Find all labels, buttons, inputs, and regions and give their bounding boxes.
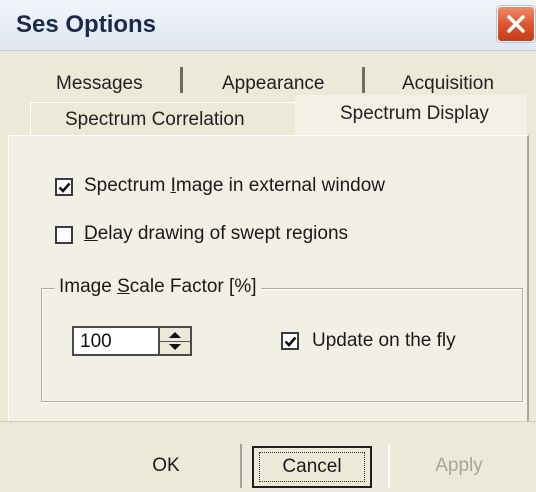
tab-divider [180, 67, 183, 93]
label-part: mage in external window [175, 175, 385, 196]
button-bar: OK Cancel Apply [0, 421, 536, 492]
tab-spectrum-correlation[interactable]: Spectrum Correlation [30, 102, 297, 139]
image-scale-group-title: Image Scale Factor [%] [55, 276, 261, 298]
scale-factor-value: 100 [80, 331, 112, 352]
tab-spectrum-display[interactable]: Spectrum Display [295, 95, 527, 139]
apply-button[interactable]: Apply [388, 444, 528, 488]
tab-label: Spectrum Display [340, 103, 489, 124]
label-accelerator: D [84, 223, 98, 244]
close-icon [507, 15, 525, 33]
delay-drawing-checkbox[interactable] [55, 226, 73, 244]
checkmark-icon [284, 336, 297, 347]
tab-strip: Messages Appearance Acquisition Spectrum… [0, 51, 536, 139]
checkmark-icon [58, 182, 71, 193]
spectrum-display-panel: Spectrum Image in external window Delay … [8, 135, 529, 422]
title-bar[interactable]: Ses Options [0, 0, 536, 51]
label-part: Spectrum [84, 175, 171, 196]
update-on-fly-checkbox[interactable] [281, 332, 299, 350]
update-on-fly-label[interactable]: Update on the fly [312, 330, 456, 352]
label-part: Image [59, 276, 118, 297]
focus-rectangle [259, 452, 365, 482]
arrow-up-icon [169, 332, 181, 338]
scale-factor-input[interactable]: 100 [72, 326, 158, 356]
label-accelerator: S [117, 276, 130, 297]
cancel-button[interactable]: Cancel [252, 446, 372, 488]
tab-appearance[interactable]: Appearance [222, 73, 324, 95]
delay-drawing-label[interactable]: Delay drawing of swept regions [84, 223, 348, 245]
ok-button[interactable]: OK [92, 444, 242, 488]
spin-down-button[interactable] [160, 341, 190, 354]
arrow-down-icon [169, 344, 181, 350]
scale-factor-spinner[interactable] [158, 326, 192, 356]
tab-label: Spectrum Correlation [65, 109, 245, 130]
tab-divider [362, 67, 365, 93]
options-dialog: Ses Options Messages Appearance Acquisit… [0, 0, 536, 492]
external-window-checkbox[interactable] [55, 178, 73, 196]
label-part: elay drawing of swept regions [97, 223, 349, 244]
tab-messages[interactable]: Messages [56, 73, 143, 95]
spin-up-button[interactable] [160, 328, 190, 342]
external-window-label[interactable]: Spectrum Image in external window [84, 175, 385, 197]
close-button[interactable] [497, 6, 535, 42]
window-title: Ses Options [16, 11, 157, 38]
label-part: cale Factor [%] [129, 276, 257, 297]
tab-acquisition[interactable]: Acquisition [402, 73, 494, 95]
